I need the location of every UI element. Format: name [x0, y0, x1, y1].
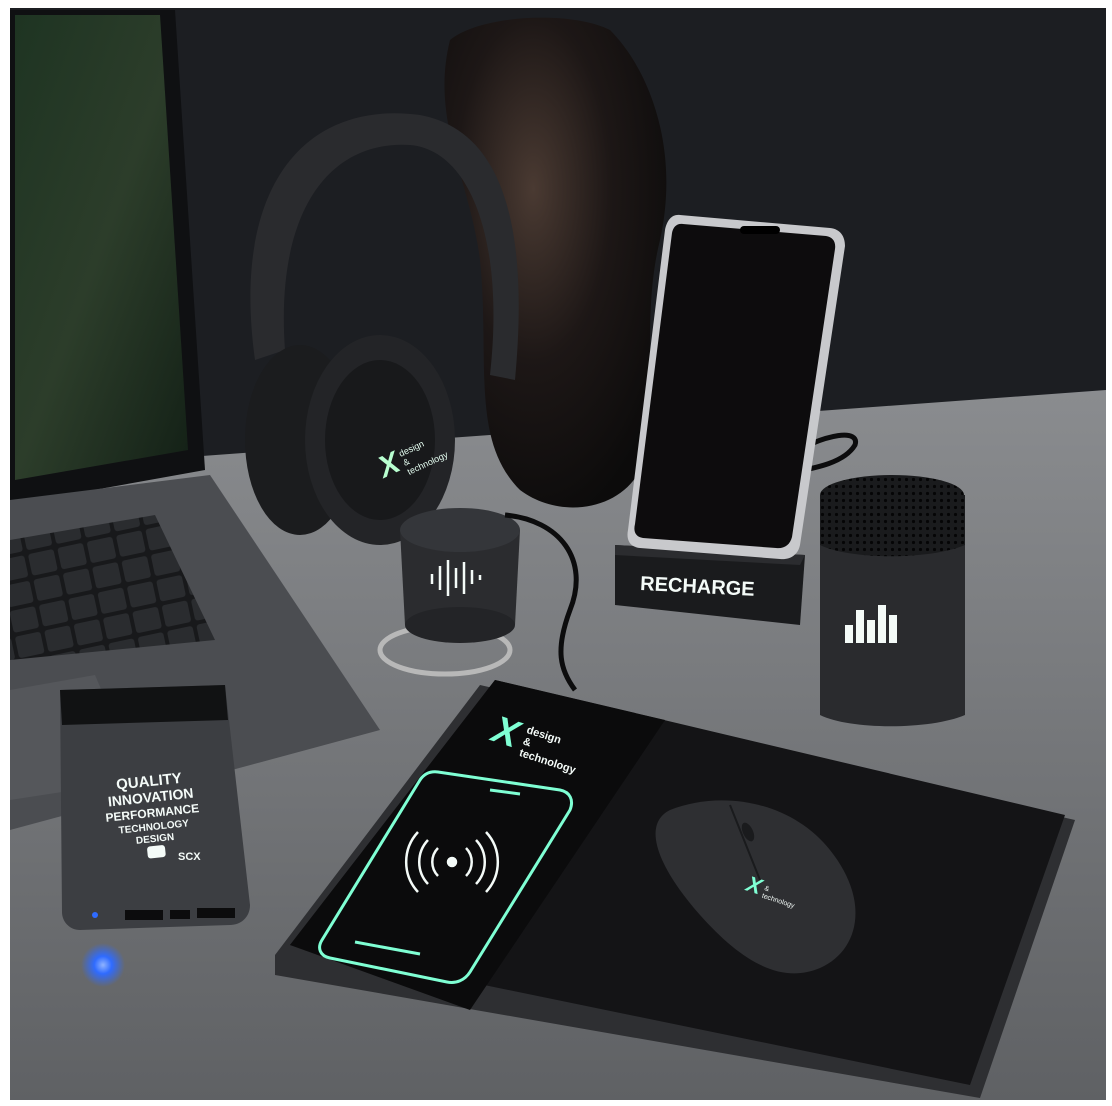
usb-c-port	[170, 910, 190, 919]
powerbank-brand: SCX	[178, 851, 201, 863]
power-bank: QUALITY INNOVATION PERFORMANCE TECHNOLOG…	[60, 685, 250, 930]
laptop-screen	[15, 15, 188, 480]
indicator-light	[92, 912, 98, 918]
usb-port	[197, 908, 235, 918]
product-photo: X design & technology RECHARGE QUALITY I…	[0, 0, 1112, 1106]
phone-notch	[740, 226, 780, 234]
usb-port	[125, 910, 163, 920]
cube-speaker	[820, 475, 965, 727]
blue-led-glow	[81, 943, 125, 987]
lightbulb-base	[147, 845, 166, 859]
